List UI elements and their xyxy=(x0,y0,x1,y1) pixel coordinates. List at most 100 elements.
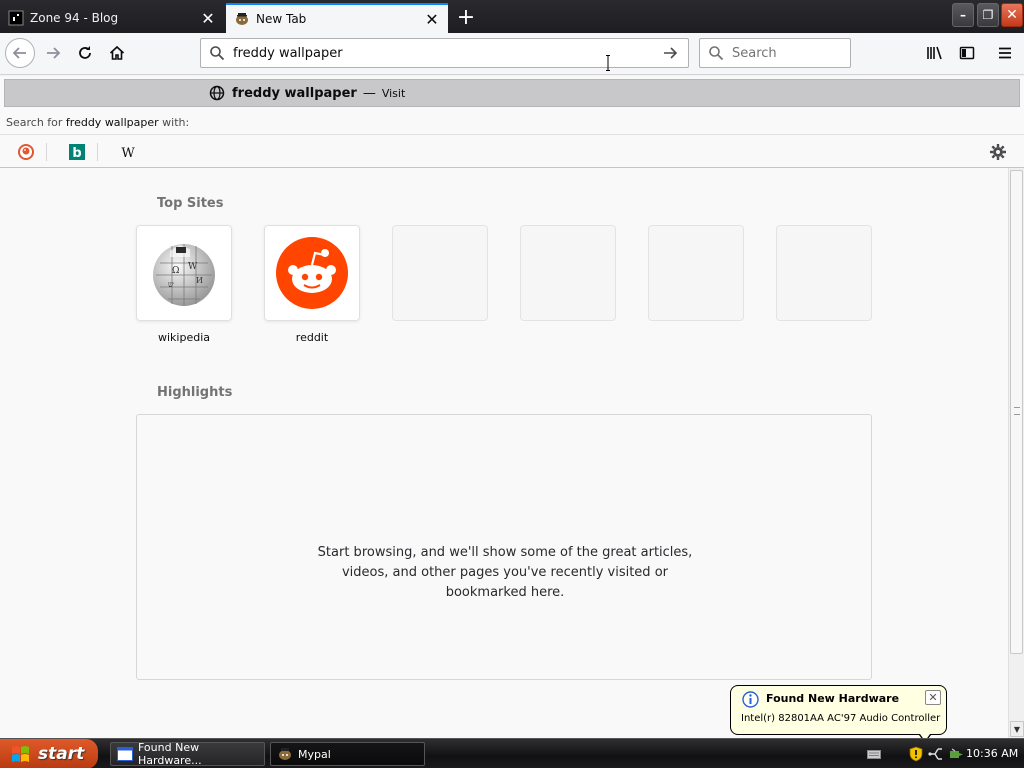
highlights-message-line: bookmarked here. xyxy=(445,585,565,600)
globe-icon xyxy=(209,85,225,101)
security-shield-icon[interactable] xyxy=(908,746,924,762)
taskbar-item-label: Mypal xyxy=(298,747,331,761)
tab-zone94-blog[interactable]: Zone 94 - Blog ✕ xyxy=(0,3,224,33)
engine-separator xyxy=(97,143,98,161)
tab-title: New Tab xyxy=(256,12,307,26)
svg-text:И: И xyxy=(196,276,203,285)
search-for-label: Search for freddy wallpaper with: xyxy=(6,116,189,129)
top-site-label: wikipedia xyxy=(157,331,210,344)
new-tab-page: Top Sites Ω W И ש wikipedia reddit Highl… xyxy=(0,168,1008,738)
highlights-message-line: videos, and other pages you've recently … xyxy=(341,565,668,580)
bing-icon: b xyxy=(69,144,85,161)
forward-button[interactable] xyxy=(38,38,68,68)
taskbar: start Found New Hardware... Mypal 10:36 … xyxy=(0,738,1024,768)
engine-separator xyxy=(46,143,47,161)
taskbar-item-found-new-hardware[interactable]: Found New Hardware... xyxy=(110,741,265,767)
zone94-favicon-icon xyxy=(8,10,24,26)
keyboard-icon[interactable] xyxy=(866,746,882,762)
top-site-empty xyxy=(776,225,872,321)
forward-arrow-icon xyxy=(47,47,61,59)
vertical-scrollbar[interactable]: ▼ xyxy=(1008,168,1024,738)
hamburger-menu-icon xyxy=(999,47,1011,59)
autocomplete-suggestion-row[interactable]: freddy wallpaper — Visit xyxy=(4,79,1020,107)
scrollbar-thumb[interactable] xyxy=(1010,170,1023,654)
start-button[interactable]: start xyxy=(0,739,98,768)
sidebar-button[interactable] xyxy=(952,38,982,68)
sidebar-icon xyxy=(959,46,975,60)
wikipedia-engine-button[interactable]: W xyxy=(118,142,138,162)
tab-close-icon[interactable]: ✕ xyxy=(200,9,216,28)
back-button[interactable] xyxy=(5,38,35,68)
text-cursor-icon xyxy=(606,55,610,71)
taskbar-clock: 10:36 AM xyxy=(966,747,1019,760)
library-icon xyxy=(927,46,942,60)
svg-text:Ω: Ω xyxy=(172,266,179,276)
search-bar[interactable] xyxy=(699,38,851,68)
balloon-close-button[interactable]: ✕ xyxy=(925,690,941,705)
reddit-icon xyxy=(276,237,348,309)
tab-title: Zone 94 - Blog xyxy=(30,11,119,25)
scroll-down-arrow-icon[interactable]: ▼ xyxy=(1010,721,1024,737)
title-bar: Zone 94 - Blog ✕ New Tab ✕ + – ❐ ✕ xyxy=(0,0,1024,33)
suggestion-action: Visit xyxy=(381,86,406,100)
search-for-suffix: with: xyxy=(162,116,190,129)
tab-close-icon[interactable]: ✕ xyxy=(424,10,440,29)
taskbar-item-mypal[interactable]: Mypal xyxy=(270,742,425,766)
top-sites-heading: Top Sites xyxy=(157,196,224,211)
home-button[interactable] xyxy=(102,38,132,68)
go-arrow-icon xyxy=(664,47,678,59)
reload-icon xyxy=(79,46,91,59)
maximize-button[interactable]: ❐ xyxy=(977,3,999,27)
search-settings-button[interactable] xyxy=(988,142,1008,162)
taskbar-item-label: Found New Hardware... xyxy=(138,741,202,767)
top-site-label: reddit xyxy=(295,331,329,344)
scrollbar-grip xyxy=(1014,407,1020,415)
library-button[interactable] xyxy=(920,38,950,68)
top-site-reddit[interactable] xyxy=(264,225,360,321)
top-site-wikipedia[interactable]: Ω W И ש xyxy=(136,225,232,321)
search-for-query: freddy wallpaper xyxy=(65,116,159,129)
suggestion-separator: — xyxy=(362,85,376,101)
windows-logo-icon xyxy=(12,746,29,762)
home-icon xyxy=(109,45,125,60)
highlights-empty-state: Start browsing, and we'll show some of t… xyxy=(136,414,872,680)
bing-engine-button[interactable]: b xyxy=(67,142,87,162)
url-bar[interactable]: freddy wallpaper xyxy=(200,38,689,68)
balloon-text: Intel(r) 82801AA AC'97 Audio Controller xyxy=(741,713,941,724)
url-autocomplete-popup: freddy wallpaper — Visit Search for fred… xyxy=(0,76,1024,168)
search-icon xyxy=(210,46,225,61)
new-tab-button[interactable]: + xyxy=(452,4,480,30)
network-icon[interactable] xyxy=(928,746,944,762)
start-label: start xyxy=(38,744,85,764)
window-icon xyxy=(117,747,133,761)
highlights-message: Start browsing, and we'll show some of t… xyxy=(137,543,873,603)
go-arrow-button[interactable] xyxy=(660,43,680,63)
balloon-title: Found New Hardware xyxy=(766,692,900,705)
url-input[interactable]: freddy wallpaper xyxy=(233,46,660,61)
duckduckgo-engine-button[interactable] xyxy=(16,142,36,162)
found-new-hardware-balloon[interactable]: Found New Hardware Intel(r) 82801AA AC'9… xyxy=(730,685,947,743)
highlights-heading: Highlights xyxy=(157,385,233,400)
reload-button[interactable] xyxy=(70,38,100,68)
close-window-button[interactable]: ✕ xyxy=(1001,3,1023,27)
search-input[interactable] xyxy=(732,45,842,61)
menu-button[interactable] xyxy=(990,38,1020,68)
safely-remove-hardware-icon[interactable] xyxy=(948,746,964,762)
navigation-toolbar: freddy wallpaper xyxy=(0,33,1024,75)
search-for-prefix: Search for xyxy=(6,116,63,129)
minimize-button[interactable]: – xyxy=(952,3,974,27)
search-icon xyxy=(709,46,724,61)
svg-text:W: W xyxy=(121,146,135,161)
top-site-empty xyxy=(520,225,616,321)
svg-text:b: b xyxy=(72,146,81,161)
top-site-empty xyxy=(392,225,488,321)
freddy-favicon-icon xyxy=(279,748,291,760)
tab-new-tab[interactable]: New Tab ✕ xyxy=(226,3,448,33)
freddy-favicon-icon xyxy=(234,11,250,27)
duckduckgo-icon xyxy=(18,144,34,160)
wikipedia-icon: W xyxy=(121,146,135,161)
svg-text:W: W xyxy=(188,262,198,272)
svg-text:ש: ש xyxy=(168,280,174,289)
gear-icon xyxy=(990,144,1006,160)
suggestion-text: freddy wallpaper xyxy=(232,85,357,101)
